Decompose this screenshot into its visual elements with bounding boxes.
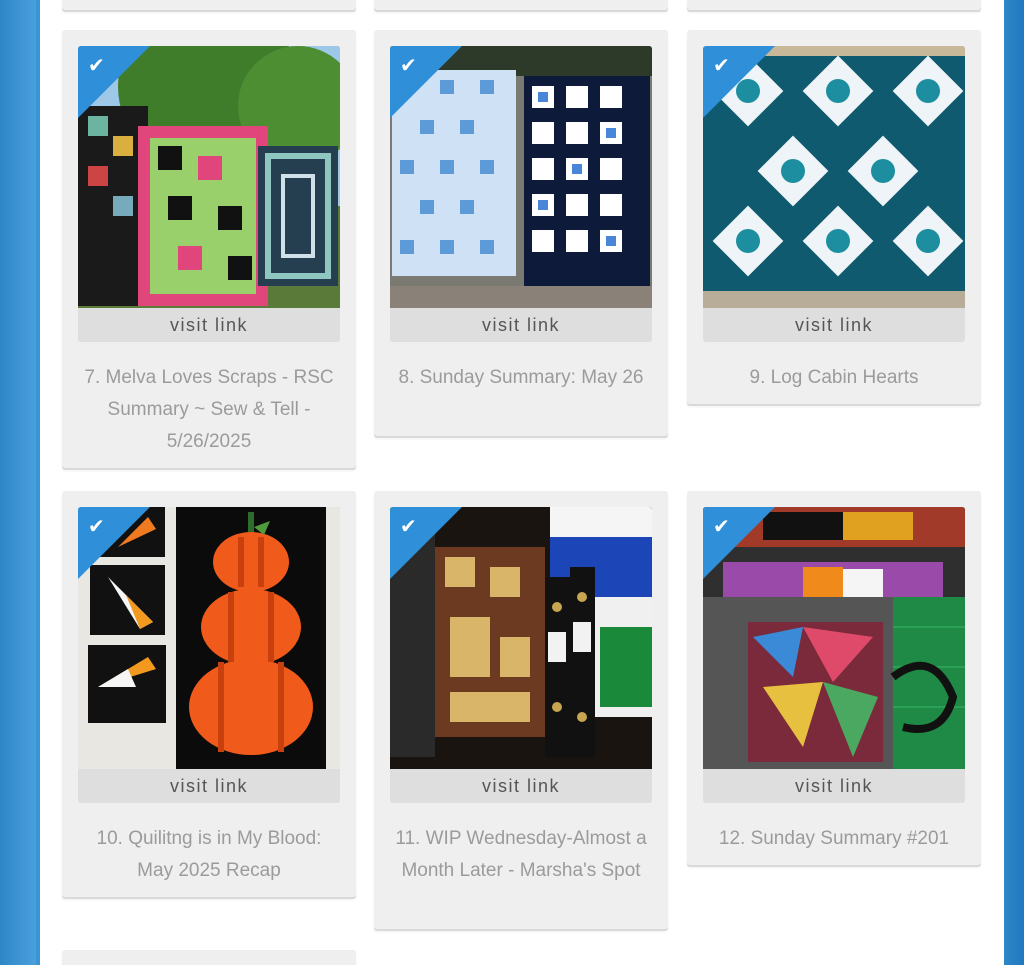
check-icon: ✔ <box>400 516 417 538</box>
link-card-12[interactable]: ✔ visit link 12. Sunday Summary #201 <box>687 491 981 865</box>
link-title[interactable]: 11. WIP Wednesday-Almost a Month Later -… <box>390 823 652 887</box>
link-thumbnail[interactable]: ✔ <box>390 46 652 308</box>
check-icon: ✔ <box>713 55 730 77</box>
visit-link-button[interactable]: visit link <box>703 769 965 803</box>
previous-card-stub <box>62 0 356 10</box>
visit-link-button[interactable]: visit link <box>78 308 340 342</box>
link-title[interactable]: 12. Sunday Summary #201 <box>703 823 965 855</box>
link-title[interactable]: 7. Melva Loves Scraps - RSC Summary ~ Se… <box>78 362 340 458</box>
link-title[interactable]: 9. Log Cabin Hearts <box>703 362 965 394</box>
link-thumbnail[interactable]: ✔ <box>703 507 965 769</box>
next-card-stub <box>62 950 356 965</box>
link-card-10[interactable]: ✔ visit link 10. Quilitng is in My Blood… <box>62 491 356 897</box>
check-icon: ✔ <box>400 55 417 77</box>
previous-card-stub <box>687 0 981 10</box>
previous-card-stub <box>374 0 668 10</box>
visit-link-button[interactable]: visit link <box>390 308 652 342</box>
link-card-7[interactable]: ✔ visit link 7. Melva Loves Scraps - RSC… <box>62 30 356 468</box>
page-background-left <box>0 0 36 965</box>
link-thumbnail[interactable]: ✔ <box>703 46 965 308</box>
link-card-9[interactable]: ✔ visit link 9. Log Cabin Hearts <box>687 30 981 404</box>
link-thumbnail[interactable]: ✔ <box>390 507 652 769</box>
check-icon: ✔ <box>88 55 105 77</box>
link-thumbnail[interactable]: ✔ <box>78 507 340 769</box>
link-thumbnail[interactable]: ✔ <box>78 46 340 308</box>
visit-link-button[interactable]: visit link <box>390 769 652 803</box>
page-background-right <box>1004 0 1024 965</box>
link-title[interactable]: 10. Quilitng is in My Blood: May 2025 Re… <box>78 823 340 887</box>
link-card-11[interactable]: ✔ visit link 11. WIP Wednesday-Almost a … <box>374 491 668 929</box>
visit-link-button[interactable]: visit link <box>703 308 965 342</box>
visit-link-button[interactable]: visit link <box>78 769 340 803</box>
link-party-grid: ✔ visit link 7. Melva Loves Scraps - RSC… <box>40 0 1004 965</box>
link-title[interactable]: 8. Sunday Summary: May 26 <box>390 362 652 394</box>
check-icon: ✔ <box>713 516 730 538</box>
check-icon: ✔ <box>88 516 105 538</box>
link-card-8[interactable]: ✔ visit link 8. Sunday Summary: May 26 <box>374 30 668 436</box>
